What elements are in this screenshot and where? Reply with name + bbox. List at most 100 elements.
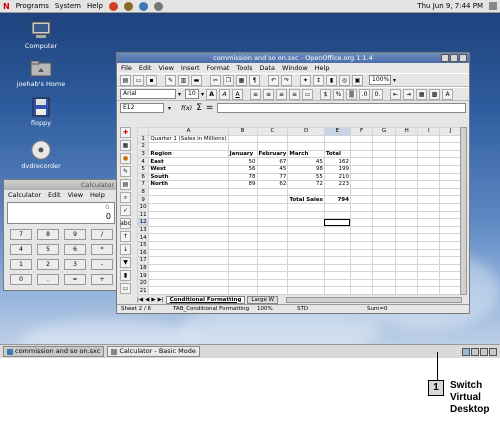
cell[interactable]: North bbox=[148, 180, 229, 189]
cell[interactable]: 78 bbox=[227, 172, 258, 182]
cell[interactable] bbox=[394, 240, 419, 250]
workspace-4[interactable] bbox=[489, 347, 497, 356]
calc-key[interactable]: 8 bbox=[37, 229, 59, 240]
desktop-icon-home[interactable]: joehab's Home bbox=[11, 58, 71, 88]
cell[interactable] bbox=[417, 233, 441, 242]
cell[interactable] bbox=[417, 286, 441, 295]
cell[interactable] bbox=[227, 240, 258, 250]
horizontal-scrollbar[interactable] bbox=[286, 296, 462, 303]
redo-icon[interactable]: ↷ bbox=[281, 74, 292, 86]
cell[interactable] bbox=[394, 149, 419, 159]
desktop-icon-floppy[interactable]: floppy bbox=[11, 97, 71, 127]
cell[interactable] bbox=[227, 187, 258, 197]
cell[interactable] bbox=[372, 195, 396, 204]
cell[interactable] bbox=[417, 187, 441, 197]
clock[interactable]: Thu Jun 9, 7:44 PM bbox=[417, 2, 483, 10]
cell[interactable] bbox=[349, 225, 374, 235]
currency-icon[interactable]: $ bbox=[320, 88, 332, 100]
calc-key[interactable]: 4 bbox=[10, 244, 32, 255]
calc-key[interactable]: = bbox=[64, 274, 86, 285]
sort-descending-icon[interactable]: ↓ bbox=[120, 244, 131, 255]
cell[interactable] bbox=[372, 271, 396, 280]
cell[interactable] bbox=[227, 286, 258, 295]
cell[interactable] bbox=[287, 240, 325, 250]
cell[interactable] bbox=[417, 210, 441, 220]
cell[interactable]: Region bbox=[148, 149, 229, 159]
menu-file[interactable]: File bbox=[121, 64, 132, 72]
cell[interactable] bbox=[287, 142, 325, 151]
cell[interactable] bbox=[323, 218, 351, 227]
column-header[interactable]: D bbox=[287, 127, 325, 136]
cell[interactable] bbox=[227, 210, 258, 220]
cell[interactable] bbox=[323, 210, 351, 220]
cell[interactable] bbox=[439, 142, 462, 151]
align-center-icon[interactable]: ≡ bbox=[263, 88, 275, 100]
cell[interactable] bbox=[349, 202, 374, 212]
cell[interactable] bbox=[439, 195, 462, 204]
cell[interactable] bbox=[349, 164, 374, 174]
merge-cells-icon[interactable]: ▭ bbox=[302, 88, 314, 100]
row-header[interactable]: 11 bbox=[137, 210, 150, 220]
calc-key[interactable]: * bbox=[91, 244, 113, 255]
cell[interactable] bbox=[227, 218, 258, 227]
cell[interactable] bbox=[323, 271, 351, 280]
form-functions-icon[interactable]: ▭ bbox=[120, 283, 131, 294]
cell[interactable] bbox=[349, 256, 374, 265]
cell[interactable] bbox=[417, 218, 441, 227]
spellcheck-icon[interactable]: ✓ bbox=[120, 205, 131, 216]
format-paintbrush-icon[interactable]: ¶ bbox=[249, 74, 260, 86]
cell[interactable] bbox=[287, 202, 325, 212]
edit-file-icon[interactable]: ✎ bbox=[165, 74, 176, 86]
cell[interactable] bbox=[148, 210, 229, 220]
column-header[interactable]: E bbox=[323, 127, 351, 136]
first-sheet-icon[interactable]: |◀ bbox=[137, 297, 143, 303]
row-header[interactable]: 4 bbox=[137, 157, 150, 166]
cell[interactable] bbox=[256, 210, 289, 220]
cell[interactable] bbox=[256, 271, 289, 280]
cell[interactable]: 72 bbox=[287, 180, 325, 189]
desktop-icon-dvd[interactable]: dvdrecorder bbox=[11, 140, 71, 170]
cell[interactable] bbox=[349, 218, 374, 227]
cell[interactable] bbox=[439, 218, 462, 227]
cell[interactable] bbox=[439, 180, 462, 189]
cell[interactable]: 56 bbox=[227, 164, 258, 174]
cell[interactable] bbox=[256, 286, 289, 295]
row-header[interactable]: 1 bbox=[137, 134, 150, 144]
undo-icon[interactable]: ↶ bbox=[268, 74, 279, 86]
formula-input[interactable] bbox=[217, 103, 466, 113]
font-color-icon[interactable]: A bbox=[442, 88, 454, 100]
row-header[interactable]: 16 bbox=[137, 248, 150, 258]
cell[interactable] bbox=[256, 134, 289, 144]
percent-icon[interactable]: % bbox=[333, 88, 345, 100]
cell[interactable] bbox=[227, 202, 258, 212]
underline-icon[interactable]: A bbox=[232, 88, 244, 100]
workspace-3[interactable] bbox=[480, 347, 488, 356]
spreadsheet-grid[interactable]: A B C D E F G H I J 1 Quarter 1 (Sales in Millions)… bbox=[137, 127, 462, 295]
cell[interactable] bbox=[148, 225, 229, 235]
calc-key[interactable]: 5 bbox=[37, 244, 59, 255]
cell[interactable] bbox=[256, 256, 289, 265]
row-header[interactable]: 5 bbox=[137, 164, 150, 174]
cell[interactable] bbox=[287, 210, 325, 220]
column-header[interactable]: F bbox=[349, 127, 374, 136]
cell[interactable] bbox=[372, 142, 396, 151]
cell[interactable] bbox=[417, 142, 441, 151]
gallery-icon[interactable]: ▣ bbox=[352, 74, 363, 86]
decrease-indent-icon[interactable]: ⇤ bbox=[390, 88, 402, 100]
autocorrect-icon[interactable]: ▤ bbox=[120, 179, 131, 190]
cell[interactable] bbox=[439, 233, 462, 242]
sort-icon[interactable]: ↕ bbox=[313, 74, 324, 86]
cell[interactable] bbox=[394, 180, 419, 189]
cell[interactable] bbox=[394, 164, 419, 174]
cell[interactable] bbox=[439, 172, 462, 182]
cell[interactable] bbox=[148, 240, 229, 250]
cell[interactable] bbox=[372, 180, 396, 189]
cell[interactable]: 199 bbox=[323, 164, 351, 174]
cell[interactable]: South bbox=[148, 172, 229, 182]
cell[interactable] bbox=[417, 149, 441, 159]
row-header[interactable]: 14 bbox=[137, 233, 150, 242]
cell[interactable] bbox=[349, 240, 374, 250]
cell[interactable] bbox=[394, 278, 419, 288]
cell[interactable] bbox=[439, 286, 462, 295]
cell[interactable]: East bbox=[148, 157, 229, 166]
